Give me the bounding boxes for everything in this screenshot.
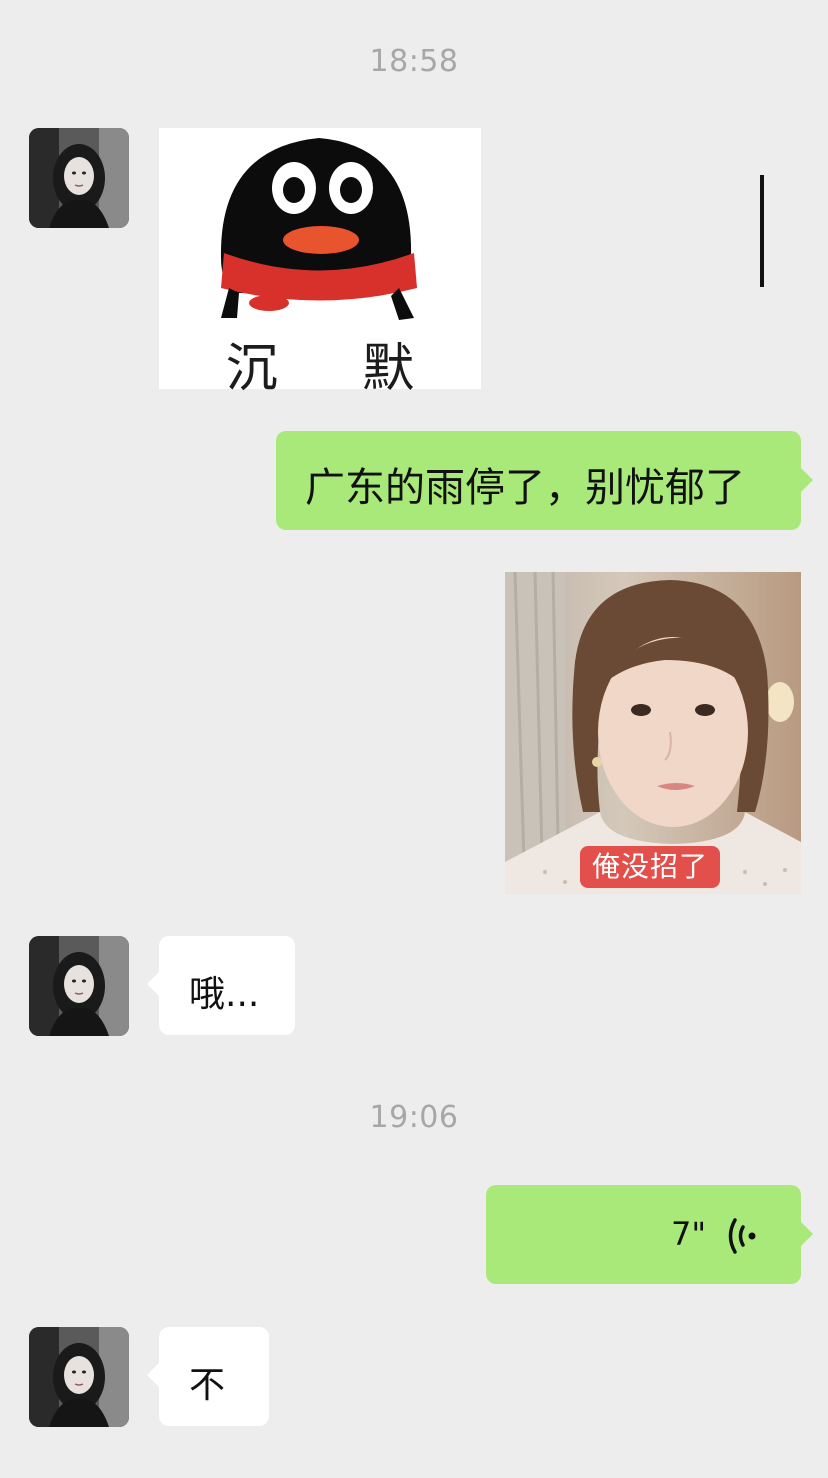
photo-message[interactable]: 俺没招了 [505, 572, 801, 894]
message-text: 哦... [189, 974, 260, 1015]
avatar[interactable] [29, 936, 129, 1036]
avatar[interactable] [29, 128, 129, 228]
voice-duration: 7" [671, 1215, 707, 1253]
message-bubble-other[interactable]: 哦... [147, 936, 295, 1035]
message-text: 广东的雨停了，别忧郁了 [305, 465, 745, 511]
avatar[interactable] [29, 1327, 129, 1427]
voice-message-bubble[interactable]: 7" [486, 1185, 813, 1284]
voice-wave-icon [726, 1216, 760, 1266]
sticker-caption: 沉 默 [225, 339, 449, 399]
chat-area[interactable]: 18:58 广东的雨停了，别忧郁了 俺没招了 哦... 19:06 7" 不 沉… [0, 0, 828, 1478]
message-bubble-other[interactable]: 不 [147, 1327, 269, 1426]
text-cursor [760, 175, 764, 287]
message-bubble-self[interactable]: 广东的雨停了，别忧郁了 [276, 431, 813, 530]
timestamp: 18:58 [369, 44, 459, 79]
timestamp: 19:06 [369, 1100, 459, 1135]
message-text: 不 [189, 1365, 226, 1406]
photo-caption: 俺没招了 [580, 846, 721, 888]
